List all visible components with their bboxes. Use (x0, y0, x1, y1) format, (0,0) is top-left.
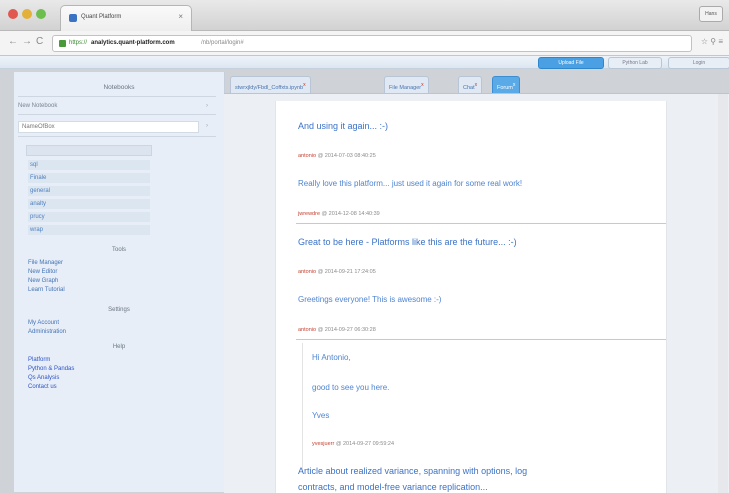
post-author[interactable]: antonio (298, 153, 316, 159)
notebook-item[interactable]: wrap (28, 225, 150, 235)
zoom-window-button[interactable] (36, 9, 46, 19)
close-tab-icon[interactable]: × (178, 12, 183, 21)
help-link[interactable]: Qs Analysis (28, 375, 59, 381)
reply-text: good to see you here. (312, 383, 390, 392)
tab-forum[interactable]: Forumx (492, 76, 521, 93)
forum-area: And using it again... :-) antonio @ 2014… (224, 93, 729, 493)
post-date: @ 2014-09-21 17:24:05 (317, 269, 376, 275)
reply-date: @ 2014-09-27 09:59:24 (335, 441, 395, 447)
reply-author[interactable]: yvesjuerr (312, 441, 334, 447)
tab-notebook[interactable]: stwrxjldy/Fbdl_Coffxts.ipynbx (230, 76, 311, 93)
reload-icon[interactable]: C (36, 36, 43, 47)
forum-page: And using it again... :-) antonio @ 2014… (275, 101, 667, 493)
url-path: /nb/portal/login# (201, 40, 244, 46)
minimize-window-button[interactable] (22, 9, 32, 19)
divider (18, 114, 216, 115)
post-author[interactable]: antonio (298, 327, 316, 333)
tab-label: File Manager (389, 84, 422, 91)
post-title[interactable]: And using it again... :-) (298, 121, 388, 131)
notebooks-heading: Notebooks (103, 84, 135, 91)
reply-text: Yves (312, 411, 330, 420)
post-title[interactable]: Article about realized variance, spannin… (298, 466, 527, 476)
forward-arrow-icon[interactable]: → (22, 36, 32, 47)
favicon-icon (69, 14, 77, 22)
tab-label: Forum (497, 84, 513, 91)
post-meta: antonio @ 2014-07-03 08:40:25 (298, 153, 376, 159)
notebook-item[interactable]: analty (28, 199, 150, 209)
content-tabs: stwrxjldy/Fbdl_Coffxts.ipynbx File Manag… (224, 76, 729, 94)
close-tab-icon[interactable]: x (475, 82, 478, 88)
notebook-filter[interactable] (26, 145, 152, 156)
window-titlebar: Quant Platform × Hans (0, 0, 729, 31)
post-author[interactable]: antonio (298, 269, 316, 275)
tab-chat[interactable]: Chatx (458, 76, 483, 93)
post-meta: antonio @ 2014-09-27 06:30:28 (298, 327, 376, 333)
notebook-item[interactable]: sql (28, 160, 150, 170)
reply-indent (302, 343, 303, 473)
url-scheme: https:// (69, 40, 88, 46)
notebook-item[interactable]: general (28, 186, 150, 196)
help-link[interactable]: Python & Pandas (28, 366, 74, 372)
post-divider (296, 339, 666, 340)
chevron-right-icon[interactable]: › (206, 103, 208, 109)
tool-link[interactable]: New Editor (28, 269, 57, 275)
post-body: Really love this platform... just used i… (298, 179, 523, 188)
reply-text: Hi Antonio, (312, 353, 351, 362)
tab-label: stwrxjldy/Fbdl_Coffxts.ipynb (235, 84, 304, 91)
chevron-right-icon[interactable]: › (206, 123, 208, 129)
notebook-item[interactable]: Finale (28, 173, 150, 183)
close-tab-icon[interactable]: x (303, 82, 306, 88)
post-date: @ 2014-07-03 08:40:25 (317, 153, 376, 159)
toolbar-icons[interactable]: ☆ ⚲ ≡ (701, 37, 723, 46)
url-host: analytics.quant-platform.com (91, 40, 175, 46)
app-header: Upload File Python Lab Login (0, 56, 729, 69)
close-tab-icon[interactable]: x (421, 82, 424, 88)
tab-file-manager[interactable]: File Managerx (384, 76, 429, 93)
new-notebook-link[interactable]: New Notebook (18, 103, 57, 109)
notebook-name-input[interactable]: NameOfBox (18, 121, 199, 133)
post-meta: jwrewdre @ 2014-12-08 14:40:39 (298, 211, 380, 217)
settings-heading: Settings (108, 307, 130, 313)
tool-link[interactable]: File Manager (28, 260, 63, 266)
tools-heading: Tools (111, 247, 126, 253)
sidebar: Notebooks New Notebook › NameOfBox › sql… (14, 72, 225, 492)
python-lab-button[interactable]: Python Lab (608, 57, 662, 69)
post-author[interactable]: jwrewdre (298, 211, 320, 217)
notebook-item[interactable]: prucy (28, 212, 150, 222)
browser-toolbar: ← → C https:// analytics.quant-platform.… (0, 31, 729, 56)
tool-link[interactable]: Learn Tutorial (28, 287, 65, 293)
profile-button[interactable]: Hans (699, 6, 723, 22)
help-link[interactable]: Contact us (28, 384, 57, 390)
address-bar[interactable]: https:// analytics.quant-platform.com /n… (52, 35, 692, 52)
close-tab-icon[interactable]: x (513, 82, 516, 88)
tool-link[interactable]: New Graph (28, 278, 58, 284)
post-date: @ 2014-12-08 14:40:39 (321, 211, 380, 217)
help-heading: Help (112, 344, 126, 350)
back-arrow-icon[interactable]: ← (8, 36, 18, 47)
post-date: @ 2014-09-27 06:30:28 (317, 327, 376, 333)
lock-icon (59, 40, 66, 47)
login-button[interactable]: Login (668, 57, 729, 69)
browser-tab[interactable]: Quant Platform × (60, 5, 192, 31)
post-title[interactable]: Great to be here - Platforms like this a… (298, 237, 517, 247)
settings-link[interactable]: My Account (28, 320, 59, 326)
post-divider (296, 223, 666, 224)
post-title-continued[interactable]: contracts, and model-free variance repli… (298, 482, 488, 492)
tab-label: Chat (463, 84, 475, 91)
browser-tab-title: Quant Platform (81, 14, 122, 20)
divider (18, 96, 216, 97)
upload-button[interactable]: Upload File (538, 57, 604, 69)
post-meta: antonio @ 2014-09-21 17:24:05 (298, 269, 376, 275)
settings-link[interactable]: Administration (28, 329, 66, 335)
help-link[interactable]: Platform (28, 357, 50, 363)
divider (18, 136, 216, 137)
scrollbar[interactable] (718, 94, 728, 493)
reply-meta: yvesjuerr @ 2014-09-27 09:59:24 (312, 441, 394, 447)
close-window-button[interactable] (8, 9, 18, 19)
post-body: Greetings everyone! This is awesome :-) (298, 295, 442, 304)
